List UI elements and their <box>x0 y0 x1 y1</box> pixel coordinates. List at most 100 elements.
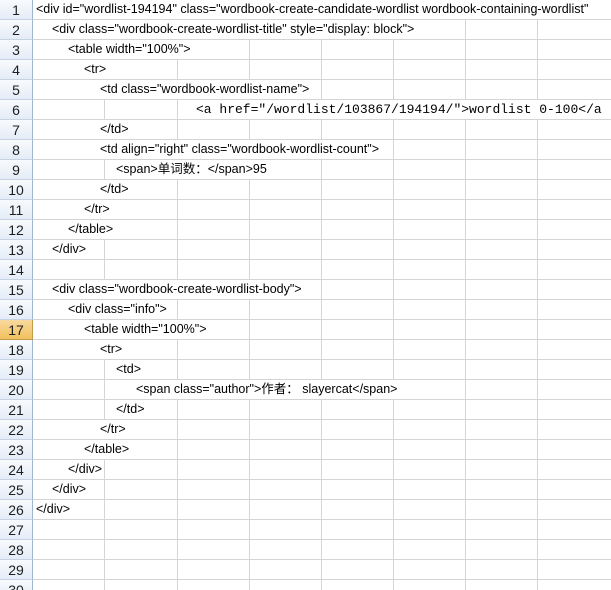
row-cells[interactable] <box>33 560 611 580</box>
row-header[interactable]: 18 <box>0 340 33 360</box>
cell-value[interactable]: <span class="author">作者： slayercat</span… <box>136 380 400 399</box>
row-header[interactable]: 5 <box>0 80 33 100</box>
cell-value[interactable]: <div class="wordbook-create-wordlist-bod… <box>52 280 304 299</box>
row-cells[interactable]: <span class="author">作者： slayercat</span… <box>33 380 611 400</box>
sheet-row[interactable]: 14 <box>0 260 611 280</box>
row-cells[interactable]: <td> <box>33 360 611 380</box>
row-cells[interactable]: </div> <box>33 500 611 520</box>
sheet-row[interactable]: 28 <box>0 540 611 560</box>
cell-value[interactable]: <div class="info"> <box>68 300 169 319</box>
row-cells[interactable]: <a href="/wordlist/103867/194194/">wordl… <box>33 100 611 120</box>
row-cells[interactable] <box>33 540 611 560</box>
row-cells[interactable]: <div id="wordlist-194194" class="wordboo… <box>33 0 611 20</box>
row-header[interactable]: 4 <box>0 60 33 80</box>
cell-value[interactable]: <table width="100%"> <box>84 320 209 339</box>
row-cells[interactable]: </div> <box>33 240 611 260</box>
cell-value[interactable] <box>33 260 35 279</box>
row-header[interactable]: 6 <box>0 100 33 120</box>
cell-value[interactable]: <td> <box>116 360 144 379</box>
row-cells[interactable]: <span>单词数：</span>95 <box>33 160 611 180</box>
row-header[interactable]: 12 <box>0 220 33 240</box>
sheet-row[interactable]: 18 <tr> <box>0 340 611 360</box>
sheet-row[interactable]: 19 <td> <box>0 360 611 380</box>
cell-value[interactable]: </tr> <box>100 420 128 439</box>
sheet-row[interactable]: 5 <td class="wordbook-wordlist-name"> <box>0 80 611 100</box>
row-header[interactable]: 30 <box>0 580 33 590</box>
cell-value[interactable]: <tr> <box>84 60 109 79</box>
row-header[interactable]: 27 <box>0 520 33 540</box>
cell-value[interactable]: <tr> <box>100 340 125 359</box>
row-header[interactable]: 8 <box>0 140 33 160</box>
sheet-row[interactable]: 24 </div> <box>0 460 611 480</box>
sheet-row[interactable]: 10 </td> <box>0 180 611 200</box>
row-header[interactable]: 24 <box>0 460 33 480</box>
cell-value[interactable] <box>33 520 35 539</box>
row-header[interactable]: 29 <box>0 560 33 580</box>
cell-value[interactable]: </div> <box>52 240 89 259</box>
sheet-row[interactable]: 3 <table width="100%"> <box>0 40 611 60</box>
row-cells[interactable]: <table width="100%"> <box>33 40 611 60</box>
sheet-row[interactable]: 1 <div id="wordlist-194194" class="wordbo… <box>0 0 611 20</box>
sheet-row[interactable]: 25 </div> <box>0 480 611 500</box>
cell-value[interactable]: </td> <box>100 180 131 199</box>
sheet-row[interactable]: 17 <table width="100%"> <box>0 320 611 340</box>
sheet-row[interactable]: 12 </table> <box>0 220 611 240</box>
cell-value[interactable]: <div id="wordlist-194194" class="wordboo… <box>36 0 591 19</box>
cell-value[interactable]: <td align="right" class="wordbook-wordli… <box>100 140 381 159</box>
row-header[interactable]: 16 <box>0 300 33 320</box>
row-cells[interactable] <box>33 260 611 280</box>
sheet-row[interactable]: 11 </tr> <box>0 200 611 220</box>
cell-value[interactable]: <td class="wordbook-wordlist-name"> <box>100 80 312 99</box>
sheet-row[interactable]: 22 </tr> <box>0 420 611 440</box>
cell-value[interactable]: </td> <box>116 400 147 419</box>
row-cells[interactable]: </div> <box>33 480 611 500</box>
sheet-row[interactable]: 7 </td> <box>0 120 611 140</box>
cell-value[interactable]: </td> <box>100 120 131 139</box>
row-header[interactable]: 10 <box>0 180 33 200</box>
cell-value[interactable]: </table> <box>84 440 132 459</box>
row-header[interactable]: 13 <box>0 240 33 260</box>
row-cells[interactable]: <td align="right" class="wordbook-wordli… <box>33 140 611 160</box>
sheet-row[interactable]: 26 </div> <box>0 500 611 520</box>
row-header[interactable]: 14 <box>0 260 33 280</box>
row-header[interactable]: 25 <box>0 480 33 500</box>
row-header[interactable]: 26 <box>0 500 33 520</box>
row-cells[interactable]: </td> <box>33 120 611 140</box>
row-header[interactable]: 7 <box>0 120 33 140</box>
cell-value[interactable] <box>33 540 35 559</box>
sheet-row[interactable]: 21 </td> <box>0 400 611 420</box>
row-header[interactable]: 22 <box>0 420 33 440</box>
row-cells[interactable]: </td> <box>33 400 611 420</box>
row-cells[interactable] <box>33 520 611 540</box>
row-cells[interactable]: <div class="wordbook-create-wordlist-bod… <box>33 280 611 300</box>
spreadsheet-grid[interactable]: 1 <div id="wordlist-194194" class="wordbo… <box>0 0 611 590</box>
sheet-row[interactable]: 30 <box>0 580 611 590</box>
row-cells[interactable]: </table> <box>33 440 611 460</box>
cell-value[interactable]: <span>单词数：</span>95 <box>116 160 269 179</box>
row-header[interactable]: 11 <box>0 200 33 220</box>
cell-value[interactable] <box>33 580 35 590</box>
row-cells[interactable]: <table width="100%"> <box>33 320 611 340</box>
row-header[interactable]: 2 <box>0 20 33 40</box>
sheet-row[interactable]: 27 <box>0 520 611 540</box>
sheet-row[interactable]: 6 <a href="/wordlist/103867/194194/">word… <box>0 100 611 120</box>
row-cells[interactable]: </tr> <box>33 200 611 220</box>
row-header[interactable]: 9 <box>0 160 33 180</box>
row-cells[interactable]: <tr> <box>33 340 611 360</box>
sheet-row[interactable]: 2 <div class="wordbook-create-wordlist-ti… <box>0 20 611 40</box>
row-cells[interactable]: <td class="wordbook-wordlist-name"> <box>33 80 611 100</box>
cell-value[interactable]: </table> <box>68 220 116 239</box>
row-header[interactable]: 15 <box>0 280 33 300</box>
sheet-row[interactable]: 15 <div class="wordbook-create-wordlist-b… <box>0 280 611 300</box>
cell-value[interactable]: </div> <box>68 460 105 479</box>
sheet-row[interactable]: 4 <tr> <box>0 60 611 80</box>
row-cells[interactable]: <div class="wordbook-create-wordlist-tit… <box>33 20 611 40</box>
row-cells[interactable]: </div> <box>33 460 611 480</box>
cell-value[interactable]: <div class="wordbook-create-wordlist-tit… <box>52 20 417 39</box>
row-header[interactable]: 17 <box>0 320 33 340</box>
cell-value[interactable]: <table width="100%"> <box>68 40 193 59</box>
row-cells[interactable]: <div class="info"> <box>33 300 611 320</box>
row-cells[interactable]: <tr> <box>33 60 611 80</box>
cell-value[interactable] <box>33 560 35 579</box>
sheet-row[interactable]: 9 <span>单词数：</span>95 <box>0 160 611 180</box>
